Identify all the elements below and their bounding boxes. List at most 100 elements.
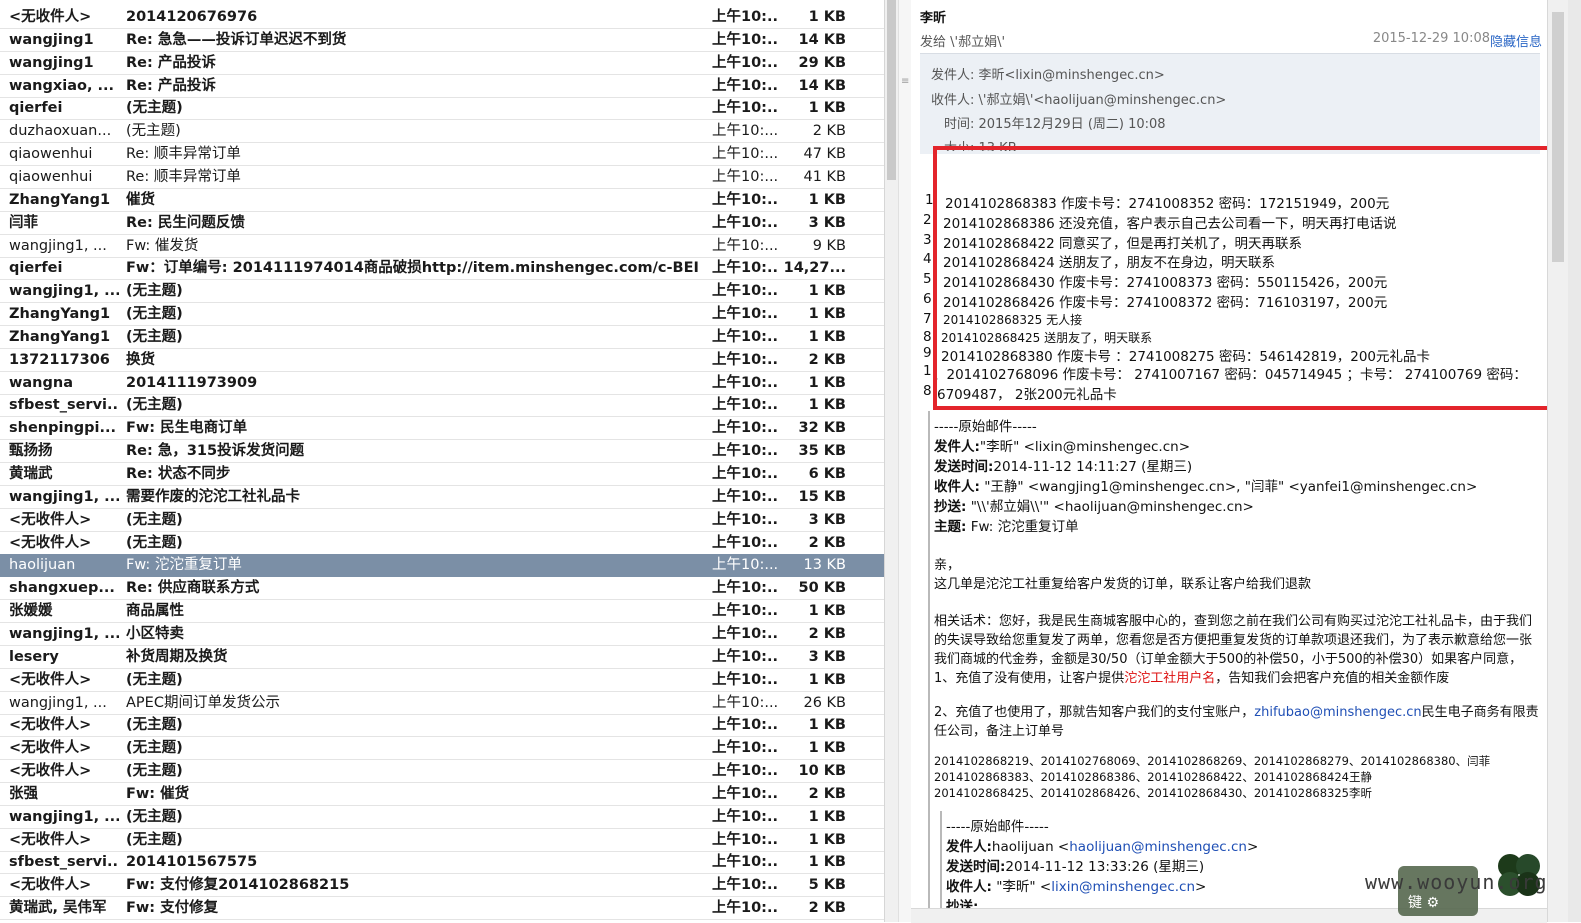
message-date: 上午10:... <box>712 557 778 574</box>
message-size: 9 KB <box>812 237 846 254</box>
message-row[interactable]: sfbest_servi... 2014101567575 上午10:... 1 KB <box>0 851 884 875</box>
message-date: 上午10:... <box>712 694 778 711</box>
message-subject: Re: 民生问题反馈 <box>126 214 245 231</box>
line-number: 1 <box>923 363 932 379</box>
message-subject: 2014111973909 <box>126 374 258 391</box>
message-subject: 催货 <box>126 191 155 208</box>
message-size: 2 KB <box>808 625 846 642</box>
message-subject: 需要作废的沱沱工社礼品卡 <box>126 488 300 505</box>
message-row[interactable]: wangjing1 Re: 急急——投诉订单迟迟不到货 上午10:... 14 KB <box>0 29 884 52</box>
message-row[interactable]: 黄瑞武, 吴伟军 Fw: 支付修复 上午10:... 2 KB <box>0 897 884 921</box>
quote2-from: 发件人:haolijuan <haolijuan@minshengec.cn> <box>946 839 1259 855</box>
message-date: 上午10:... <box>712 306 778 323</box>
scrollbar-thumb[interactable] <box>887 0 896 180</box>
message-row[interactable]: shenpingpi... Fw: 民生电商订单 上午10:... 32 KB <box>0 417 884 441</box>
message-date: 2015-12-29 10:08 <box>1372 31 1490 46</box>
message-row[interactable]: <无收件人> (无主题) 上午10:... 1 KB <box>0 714 884 738</box>
message-row[interactable]: wangna 2014111973909 上午10:... 1 KB <box>0 372 884 395</box>
message-row[interactable]: 闫菲 Re: 民生问题反馈 上午10:... 3 KB <box>0 212 884 235</box>
message-size: 1 KB <box>808 603 846 620</box>
details-from: 发件人: 李昕<lixin@minshengec.cn> <box>931 68 1165 83</box>
message-size: 32 KB <box>798 420 846 437</box>
message-date: 上午10:... <box>712 168 778 185</box>
message-row[interactable]: wangjing1, ... APEC期间订单发货公示 上午10:... 26 KB <box>0 692 884 715</box>
message-size: 29 KB <box>798 54 846 71</box>
message-row[interactable]: wangjing1, ... Fw: 催发货 上午10:... 9 KB <box>0 235 884 258</box>
message-row[interactable]: ZhangYang1 (无主题) 上午10:... 1 KB <box>0 326 884 349</box>
line-number: 2 <box>923 212 932 228</box>
message-from: 张媛媛 <box>9 603 53 620</box>
message-row[interactable]: <无收件人> Fw: 支付修复2014102868215 上午10:... 5 KB <box>0 874 884 898</box>
hide-details-link[interactable]: 隐藏信息 <box>1490 31 1542 50</box>
message-from: <无收件人> <box>9 877 92 894</box>
message-row[interactable]: 张强 Fw: 催货 上午10:... 2 KB <box>0 783 884 806</box>
message-from: <无收件人> <box>9 671 92 688</box>
message-date: 上午10:... <box>712 260 778 277</box>
reading-pane-scrollbar[interactable] <box>1547 0 1569 922</box>
message-row[interactable]: <无收件人> (无主题) 上午10:... 10 KB <box>0 760 884 784</box>
message-row[interactable]: sfbest_servi... (无主题) 上午10:... 1 KB <box>0 394 884 418</box>
message-row[interactable]: ZhangYang1 催货 上午10:... 1 KB <box>0 189 884 212</box>
message-row[interactable]: wangjing1, ... (无主题) 上午10:... 1 KB <box>0 806 884 829</box>
message-row[interactable]: wangjing1, ... 小区特卖 上午10:... 2 KB <box>0 623 884 646</box>
line-number: 5 <box>923 271 932 287</box>
message-row[interactable]: qierfei (无主题) 上午10:... 1 KB <box>0 97 884 121</box>
details-to: 收件人: \'郝立娟\'<haolijuan@minshengec.cn> <box>931 93 1227 108</box>
message-size: 1 KB <box>808 397 846 414</box>
message-date: 上午10:... <box>712 534 778 551</box>
message-row[interactable]: <无收件人> (无主题) 上午10:... 3 KB <box>0 509 884 532</box>
quote-title: -----原始邮件----- <box>934 419 1037 435</box>
message-row[interactable]: haolijuan Fw: 沱沱重复订单 上午10:... 13 KB <box>0 554 884 578</box>
message-from: ZhangYang1 <box>9 191 111 208</box>
message-from: wangjing1 <box>9 54 94 71</box>
message-row[interactable]: wangjing1, ... (无主题) 上午10:... 1 KB <box>0 280 884 304</box>
message-row[interactable]: <无收件人> (无主题) 上午10:... 1 KB <box>0 829 884 852</box>
message-row[interactable]: wangjing1, ... 需要作废的沱沱工社礼品卡 上午10:... 15 KB <box>0 486 884 509</box>
message-row[interactable]: lesery 补货周期及换货 上午10:... 3 KB <box>0 646 884 669</box>
message-date: 上午10:... <box>712 580 778 597</box>
message-from: sfbest_servi... <box>9 397 119 414</box>
message-row[interactable]: shangxuep... Re: 供应商联系方式 上午10:... 50 KB <box>0 577 884 601</box>
message-body: 1 2014102868383 作废卡号：2741008352 密码：172151… <box>911 146 1547 922</box>
message-row[interactable]: 甄扬扬 Re: 急，315投诉发货问题 上午10:... 35 KB <box>0 440 884 464</box>
message-row[interactable]: qiaowenhui Re: 顺丰异常订单 上午10:... 47 KB <box>0 143 884 167</box>
message-subject: Fw：订单编号: 2014111974014商品破损http://item.mi… <box>126 260 700 277</box>
message-row[interactable]: wangjing1 Re: 产品投诉 上午10:... 29 KB <box>0 52 884 75</box>
message-subject: (无主题) <box>126 808 183 825</box>
message-from: <无收件人> <box>9 511 92 528</box>
message-size: 6 KB <box>808 466 846 482</box>
quote2-to-link[interactable]: lixin@minshengec.cn <box>1051 879 1195 895</box>
message-from: 黄瑞武 <box>9 466 53 482</box>
details-time: 时间: 2015年12月29日 (周二) 10:08 <box>944 117 1166 132</box>
message-row[interactable]: 张媛媛 商品属性 上午10:... 1 KB <box>0 600 884 624</box>
message-size: 2 KB <box>808 534 846 551</box>
message-row[interactable]: <无收件人> (无主题) 上午10:... 1 KB <box>0 737 884 761</box>
message-row[interactable]: <无收件人> (无主题) 上午10:... 1 KB <box>0 669 884 692</box>
scrollbar-thumb[interactable] <box>1552 12 1564 262</box>
message-row[interactable]: <无收件人> 2014120676976 上午10:... 1 KB <box>0 6 884 29</box>
message-row[interactable]: <无收件人> (无主题) 上午10:... 2 KB <box>0 532 884 555</box>
message-from: <无收件人> <box>9 9 92 25</box>
message-date: 上午10:... <box>712 831 778 848</box>
highlight-box <box>933 146 1547 410</box>
message-subject: Fw: 催货 <box>126 785 190 802</box>
message-date: 上午10:... <box>712 648 778 665</box>
message-from: wangxiao, ... <box>9 77 115 94</box>
message-row[interactable]: qierfei Fw：订单编号: 2014111974014商品破损http://… <box>0 257 884 281</box>
message-row[interactable]: duzhaoxuan... (无主题) 上午10:... 2 KB <box>0 120 884 144</box>
message-subject: Re: 顺丰异常订单 <box>126 168 241 185</box>
quote2-from-link[interactable]: haolijuan@minshengec.cn <box>1069 839 1247 855</box>
message-row[interactable]: 黄瑞武 Re: 状态不同步 上午10:... 6 KB <box>0 463 884 486</box>
message-size: 1 KB <box>808 9 846 25</box>
message-row[interactable]: wangxiao, ... Re: 产品投诉 上午10:... 14 KB <box>0 75 884 98</box>
message-row[interactable]: qiaowenhui Re: 顺丰异常订单 上午10:... 41 KB <box>0 166 884 189</box>
message-subject: (无主题) <box>126 534 183 551</box>
alipay-link[interactable]: zhifubao@minshengec.cn <box>1254 705 1421 720</box>
message-row[interactable]: 1372117306 换货 上午10:... 2 KB <box>0 349 884 372</box>
pane-divider[interactable]: ≡ <box>898 0 912 922</box>
message-from: <无收件人> <box>9 534 92 551</box>
message-date: 上午10:... <box>712 283 778 300</box>
message-row[interactable]: ZhangYang1 (无主题) 上午10:... 1 KB <box>0 303 884 327</box>
message-list-scrollbar[interactable] <box>884 0 899 922</box>
message-subject: Re: 产品投诉 <box>126 77 216 94</box>
